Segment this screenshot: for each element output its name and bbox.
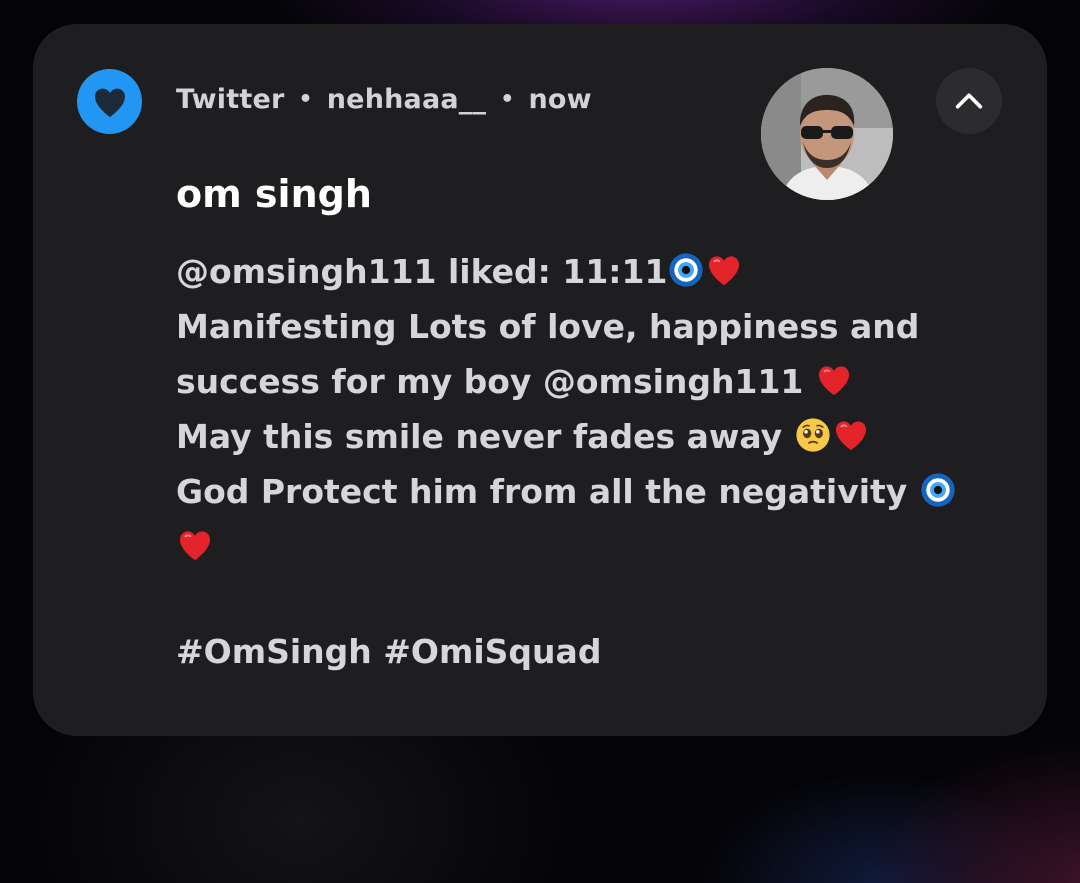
separator-dot: • (500, 87, 515, 112)
red-heart-emoji (832, 416, 870, 454)
red-heart-emoji (176, 526, 214, 564)
separator-dot: • (298, 87, 313, 112)
body-line: May this smile never fades away (176, 409, 976, 464)
body-line-text: God Protect him from all the negativity (176, 472, 919, 511)
body-line-text: success for my boy @omsingh111 (176, 362, 815, 401)
body-line: success for my boy @omsingh111 (176, 354, 976, 409)
avatar (761, 68, 893, 200)
nazar-amulet-emoji (667, 251, 705, 289)
body-line-text: @omsingh111 liked: 11:11 (176, 252, 668, 291)
notification-title: om singh (176, 172, 372, 216)
hashtags: #OmSingh #OmiSquad (176, 632, 602, 671)
timestamp: now (528, 84, 592, 115)
body-line: @omsingh111 liked: 11:11 (176, 244, 976, 299)
chevron-up-icon (955, 93, 983, 109)
notification-header: Twitter • nehhaaa__ • now (176, 84, 592, 115)
collapse-button[interactable] (936, 68, 1002, 134)
twitter-app-icon (77, 69, 142, 134)
notification-card[interactable]: Twitter • nehhaaa__ • now om singh @omsi… (33, 24, 1047, 736)
account-name: nehhaaa__ (326, 84, 487, 115)
body-line (176, 519, 976, 574)
app-name: Twitter (176, 84, 285, 115)
body-line-text: May this smile never fades away (176, 417, 794, 456)
body-line: Manifesting Lots of love, happiness and (176, 299, 976, 354)
heart-icon (94, 88, 125, 117)
nazar-amulet-emoji (919, 471, 957, 509)
notification-body: @omsingh111 liked: 11:11 Manifesting Lots… (176, 244, 976, 574)
body-line: God Protect him from all the negativity (176, 464, 976, 519)
red-heart-emoji (705, 251, 743, 289)
pleading-face-emoji (794, 416, 832, 454)
body-line-text: Manifesting Lots of love, happiness and (176, 307, 920, 346)
red-heart-emoji (815, 361, 853, 399)
